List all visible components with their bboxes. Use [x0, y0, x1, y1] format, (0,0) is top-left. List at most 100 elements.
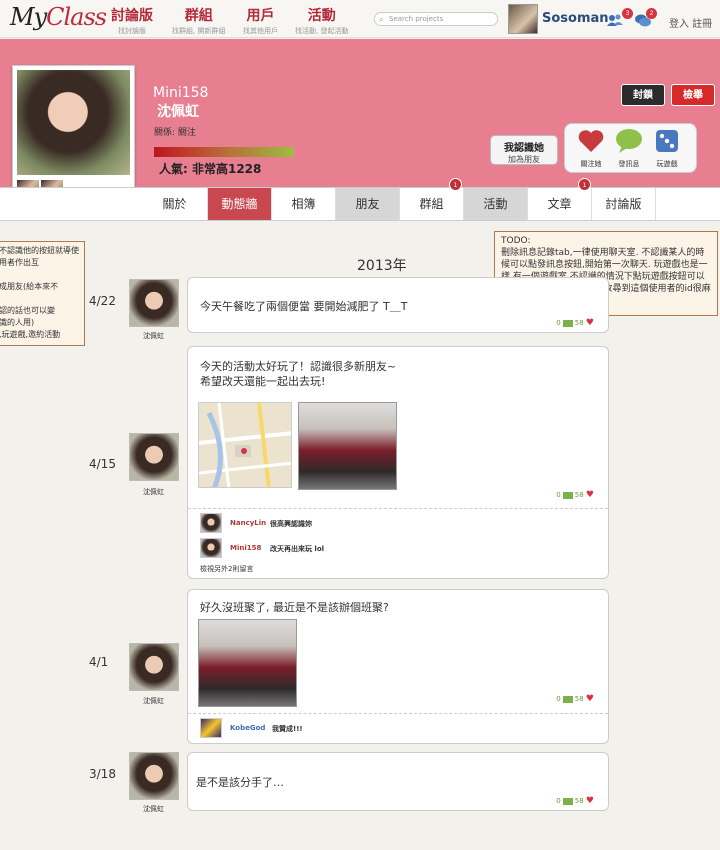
profile-photo[interactable]: [17, 70, 130, 175]
comment-author[interactable]: NancyLin: [230, 519, 266, 527]
tab-groups-badge: 1: [449, 178, 462, 191]
tab-groups[interactable]: 群組: [400, 188, 464, 220]
comment-author[interactable]: KobeGod: [230, 724, 265, 732]
post-card: 好久沒班聚了, 最近是不是該辦個班聚? 0 58 ♥ KobeGod 我贊成!!!: [187, 589, 609, 744]
nav-users[interactable]: 用戶 找其他用戶: [243, 5, 278, 36]
post-author-name[interactable]: 沈佩虹: [143, 331, 164, 341]
comment-count: 0: [556, 695, 561, 703]
follow-label: 關注她: [580, 160, 602, 168]
post-author-avatar[interactable]: [129, 752, 179, 800]
post-card: 是不是該分手了… 0 58 ♥: [187, 752, 609, 811]
add-friend-sub-label: 加為朋友: [508, 155, 540, 164]
nav-groups[interactable]: 群組 找群組, 開新群組: [172, 5, 225, 36]
profile-real-name: 沈佩虹: [157, 104, 199, 120]
comment-avatar[interactable]: [200, 513, 222, 533]
tab-about[interactable]: 關於: [142, 188, 208, 220]
group-photo[interactable]: [298, 402, 397, 490]
report-button[interactable]: 檢舉: [671, 84, 715, 106]
post-author-name[interactable]: 沈佩虹: [143, 487, 164, 497]
post-text: 今天午餐吃了兩個便當 要開始減肥了 T＿T: [200, 300, 408, 313]
post-author-avatar[interactable]: [129, 643, 179, 691]
like-heart-icon[interactable]: ♥: [586, 694, 594, 704]
nav-events[interactable]: 活動 找活動, 發起活動: [295, 5, 348, 36]
post-author-avatar[interactable]: [129, 279, 179, 327]
comment-icon[interactable]: [562, 491, 573, 499]
profile-action-panel: 關注她 發訊息 玩遊戲: [564, 123, 697, 173]
nav-events-sub: 找活動, 發起活動: [295, 27, 349, 35]
comment-author[interactable]: Mini158: [230, 544, 261, 552]
search-icon: ⌕: [379, 15, 384, 24]
logo-my-text: My: [10, 3, 47, 31]
like-count: 58: [574, 319, 584, 327]
comment-count: 0: [556, 491, 561, 499]
post-date: 3/18: [89, 767, 116, 781]
comment-text: 我贊成!!!: [272, 725, 303, 733]
chat-bubble-icon: [616, 129, 642, 153]
nav-forums[interactable]: 討論版 找討論版: [111, 5, 153, 36]
post-card: 今天午餐吃了兩個便當 要開始減肥了 T＿T 0 58 ♥: [187, 277, 609, 333]
tab-articles-badge: 1: [578, 178, 591, 191]
search-input[interactable]: ⌕ Search projects: [374, 12, 498, 26]
like-heart-icon[interactable]: ♥: [586, 796, 594, 806]
post-date: 4/1: [89, 655, 109, 669]
post-text: 是不是該分手了…: [196, 776, 284, 789]
profile-tabs: 關於 動態牆 相簿 朋友 群組 活動 文章 討論版: [0, 187, 720, 221]
post-author-name[interactable]: 沈佩虹: [143, 804, 164, 814]
post-stats: 0 58 ♥: [556, 694, 594, 704]
add-friend-main-label: 我認識她: [504, 143, 544, 154]
comment-avatar[interactable]: [200, 718, 222, 738]
post-stats: 0 58 ♥: [556, 318, 594, 328]
tab-albums[interactable]: 相簿: [272, 188, 336, 220]
post-author-avatar[interactable]: [129, 433, 179, 481]
comments-divider: [188, 508, 608, 509]
class-photo[interactable]: [198, 619, 297, 707]
like-heart-icon[interactable]: ♥: [586, 490, 594, 500]
nav-users-sub: 找其他用戶: [243, 27, 278, 35]
like-count: 58: [574, 491, 584, 499]
dice-icon: [656, 130, 678, 152]
post-date: 4/15: [89, 457, 116, 471]
play-game-label: 玩遊戲: [656, 160, 678, 168]
comment-count: 0: [556, 319, 561, 327]
follow-button[interactable]: 關注她: [571, 128, 611, 169]
annotation-note-left: 不認識他的按鈕就導使用者作出互 成朋友(給本來不 認的話也可以變 識的人用) ,…: [0, 241, 85, 346]
location-map-image[interactable]: [198, 402, 292, 488]
post-date: 4/22: [89, 294, 116, 308]
like-count: 58: [574, 695, 584, 703]
current-username[interactable]: Sosoman: [542, 11, 609, 26]
post-text-line: 希望改天還能一起出去玩!: [200, 375, 326, 388]
post-text: 今天的活動太好玩了！認識很多新朋友~ 希望改天還能一起出去玩!: [200, 359, 396, 389]
current-user-avatar[interactable]: [508, 4, 538, 34]
comment-icon[interactable]: [562, 797, 573, 805]
post-author-name[interactable]: 沈佩虹: [143, 696, 164, 706]
tab-articles[interactable]: 文章: [528, 188, 592, 220]
profile-username: Mini158: [153, 85, 209, 101]
nav-forums-label: 討論版: [111, 8, 153, 24]
nav-groups-label: 群組: [184, 8, 213, 24]
popularity-bar: [154, 147, 294, 157]
send-message-label: 發訊息: [618, 160, 640, 168]
play-game-button[interactable]: 玩遊戲: [647, 128, 687, 169]
friend-requests-badge: 3: [622, 8, 633, 19]
timeline-year: 2013年: [357, 258, 407, 274]
block-button[interactable]: 封鎖: [621, 84, 665, 106]
comment-icon[interactable]: [562, 319, 573, 327]
messages-badge: 2: [646, 8, 657, 19]
comment-icon[interactable]: [562, 695, 573, 703]
profile-avatar-card: [12, 65, 135, 201]
add-friend-button[interactable]: 我認識她 加為朋友: [490, 135, 558, 165]
post-text-line: 今天的活動太好玩了！認識很多新朋友~: [200, 360, 397, 373]
view-more-comments-link[interactable]: 檢視另外2則留言: [200, 564, 253, 574]
login-register-link[interactable]: 登入 註冊: [669, 15, 712, 30]
tab-events[interactable]: 活動: [464, 188, 528, 220]
tab-forums[interactable]: 討論版: [592, 188, 656, 220]
send-message-button[interactable]: 發訊息: [609, 128, 649, 169]
comment-avatar[interactable]: [200, 538, 222, 558]
tab-friends[interactable]: 朋友: [336, 188, 400, 220]
tab-wall[interactable]: 動態牆: [208, 188, 272, 220]
nav-events-label: 活動: [307, 8, 336, 24]
post-text: 好久沒班聚了, 最近是不是該辦個班聚?: [200, 601, 389, 614]
myclass-logo[interactable]: MyClass: [10, 3, 107, 31]
nav-users-label: 用戶: [246, 8, 275, 24]
like-heart-icon[interactable]: ♥: [586, 318, 594, 328]
